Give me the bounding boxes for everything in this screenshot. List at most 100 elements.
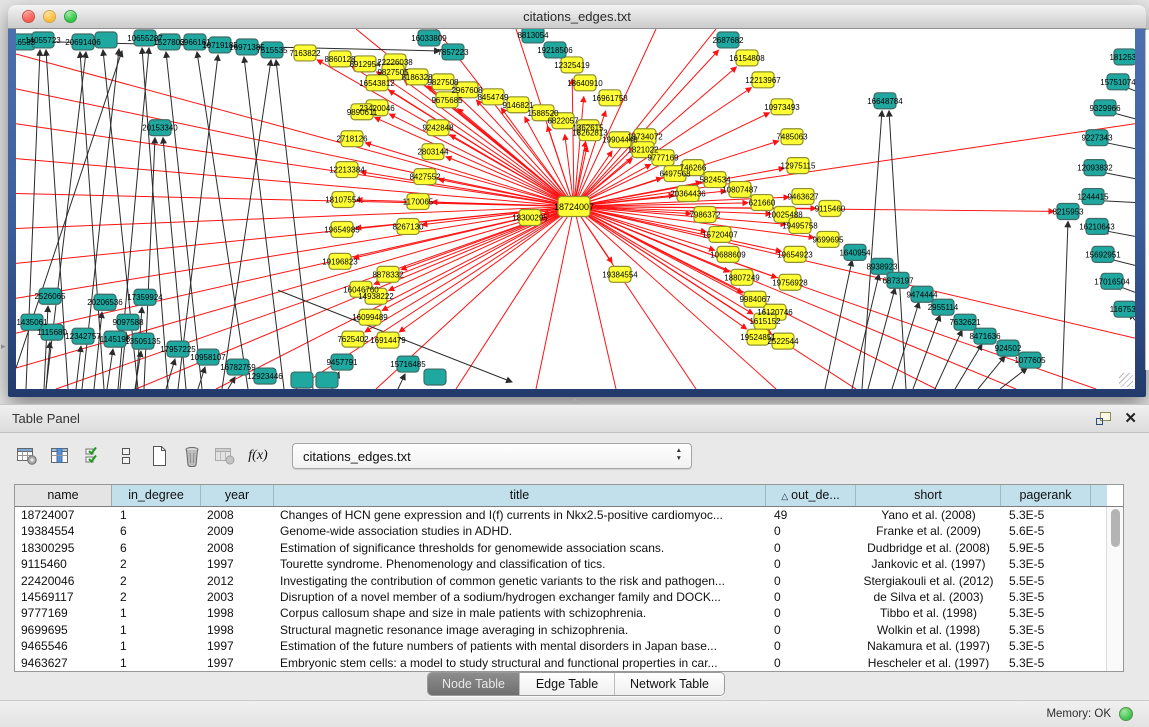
table-cell: Tourette syndrome. Phenomenology and cla…: [274, 556, 766, 572]
table-body[interactable]: 1872400712008Changes of HCN gene express…: [15, 507, 1107, 671]
table-cell: 9699695: [15, 622, 112, 638]
collapse-arrow-icon[interactable]: ▸: [1, 341, 6, 352]
table-cell: Disruption of a novel member of a sodium…: [274, 589, 766, 605]
column-header-in_degree[interactable]: in_degree: [112, 485, 201, 506]
table-row[interactable]: 2242004622012Investigating the contribut…: [15, 573, 1107, 589]
table-cell: Structural magnetic resonance image aver…: [274, 622, 766, 638]
node-label: 7857223: [437, 48, 469, 57]
table-panel: Table Panel ✕: [0, 404, 1149, 700]
table-cell: 2012: [201, 573, 274, 589]
node-label: 9777169: [647, 154, 679, 163]
table-options-button[interactable]: [14, 443, 40, 469]
node-label: 12975115: [781, 162, 816, 171]
table-row[interactable]: 911546021997Tourette syndrome. Phenomeno…: [15, 556, 1107, 572]
node-label: 9115460: [815, 205, 846, 214]
node-label: 16120746: [757, 308, 793, 317]
network-node[interactable]: [291, 372, 313, 388]
column-header-name[interactable]: name: [15, 485, 112, 506]
table-scrollbar-thumb[interactable]: [1111, 509, 1120, 547]
node-label: 8215953: [1052, 207, 1084, 216]
table-cell: 1998: [201, 605, 274, 621]
table-row[interactable]: 969969511998Structural magnetic resonanc…: [15, 622, 1107, 638]
network-node[interactable]: [424, 369, 446, 385]
float-panel-icon[interactable]: [1095, 411, 1112, 426]
table-row[interactable]: 946554611997Estimation of the future num…: [15, 638, 1107, 654]
table-row[interactable]: 1830029562008Estimation of significance …: [15, 540, 1107, 556]
table-cell: 5.3E-5: [1001, 638, 1091, 654]
node-label: 1615152: [749, 317, 781, 326]
table-cell: 1: [112, 605, 201, 621]
stacked-squares-button[interactable]: [113, 443, 139, 469]
table-row[interactable]: 1938455462009Genome-wide association stu…: [15, 523, 1107, 539]
table-cell: 2009: [201, 523, 274, 539]
node-label: 8938923: [866, 262, 898, 271]
sort-ascending-icon: △: [781, 491, 788, 501]
window-resize-grip[interactable]: [1119, 373, 1133, 387]
node-label: 19756928: [772, 278, 808, 287]
window-zoom-button[interactable]: [64, 10, 77, 23]
table-cell: 5.3E-5: [1001, 655, 1091, 671]
show-columns-button[interactable]: [47, 443, 73, 469]
citation-network-graph[interactable]: 7163822886012889129542222603898275051654…: [16, 29, 1135, 389]
column-header-out_de[interactable]: △out_de...: [766, 485, 856, 506]
tab-network-table[interactable]: Network Table: [614, 673, 724, 695]
delete-button[interactable]: [179, 443, 205, 469]
column-header-title[interactable]: title: [274, 485, 766, 506]
table-cell: 6: [112, 523, 201, 539]
table-cell: Nakamura et al. (1997): [856, 638, 1001, 654]
window-close-button[interactable]: [22, 10, 35, 23]
node-label: 9227343: [1081, 134, 1113, 143]
function-builder-button[interactable]: f(x): [245, 443, 271, 469]
tab-node-table[interactable]: Node Table: [428, 673, 519, 695]
tab-edge-table[interactable]: Edge Table: [519, 673, 614, 695]
table-header-row[interactable]: namein_degreeyeartitle△out_de...shortpag…: [15, 485, 1123, 507]
table-selector-dropdown[interactable]: citations_edges.txt ▲▼: [292, 443, 692, 469]
table-row[interactable]: 1456911722003Disruption of a novel membe…: [15, 589, 1107, 605]
table-cell: Yano et al. (2008): [856, 507, 1001, 523]
node-label: 2522544: [767, 337, 799, 346]
node-label: 6873197: [882, 276, 914, 285]
close-panel-icon[interactable]: ✕: [1124, 411, 1137, 426]
column-header-pagerank[interactable]: pagerank: [1001, 485, 1091, 506]
table-cell: 0: [766, 573, 856, 589]
network-node[interactable]: [316, 372, 338, 388]
table-cell: Corpus callosum shape and size in male p…: [274, 605, 766, 621]
select-all-button[interactable]: [80, 443, 106, 469]
node-label: 9984067: [739, 295, 771, 304]
column-header-year[interactable]: year: [201, 485, 274, 506]
new-file-button[interactable]: [146, 443, 172, 469]
table-cell: Dudbridge et al. (2008): [856, 540, 1001, 556]
node-label: 13505135: [125, 337, 161, 346]
table-cell: Hescheler et al. (1997): [856, 655, 1001, 671]
node-label: 18300295: [512, 213, 548, 222]
node-label: 10973493: [764, 103, 800, 112]
splitter-handle-icon[interactable]: [570, 398, 580, 403]
table-cell: 18300295: [15, 540, 112, 556]
memory-status-indicator[interactable]: [1119, 707, 1133, 721]
table-cell: 5.9E-5: [1001, 540, 1091, 556]
table-cell: 6: [112, 540, 201, 556]
window-minimize-button[interactable]: [43, 10, 56, 23]
node-label: 15716485: [390, 360, 426, 369]
table-row[interactable]: 946362711997Embryonic stem cells: a mode…: [15, 655, 1107, 671]
node-label: 19654923: [777, 250, 813, 259]
node-label: 12325419: [554, 61, 590, 70]
table-cell: 9463627: [15, 655, 112, 671]
node-label: 7625402: [337, 335, 369, 344]
table-cell: Estimation of significance thresholds fo…: [274, 540, 766, 556]
node-label: 746266: [680, 164, 707, 173]
node-label: 16033809: [411, 34, 447, 43]
table-scrollbar[interactable]: [1106, 507, 1123, 671]
node-label: 621660: [749, 199, 776, 208]
column-header-short[interactable]: short: [856, 485, 1001, 506]
table-cell: 0: [766, 638, 856, 654]
table-row[interactable]: 1872400712008Changes of HCN gene express…: [15, 507, 1107, 523]
network-canvas[interactable]: 7163822886012889129542222603898275051654…: [16, 29, 1135, 389]
table-cell: Genome-wide association studies in ADHD.: [274, 523, 766, 539]
table-cell: Franke et al. (2009): [856, 523, 1001, 539]
window-titlebar[interactable]: citations_edges.txt: [8, 5, 1146, 29]
table-cell: 0: [766, 655, 856, 671]
table-row[interactable]: 977716911998Corpus callosum shape and si…: [15, 605, 1107, 621]
table-cell: 18724007: [15, 507, 112, 523]
panel-splitter[interactable]: [0, 397, 1149, 404]
